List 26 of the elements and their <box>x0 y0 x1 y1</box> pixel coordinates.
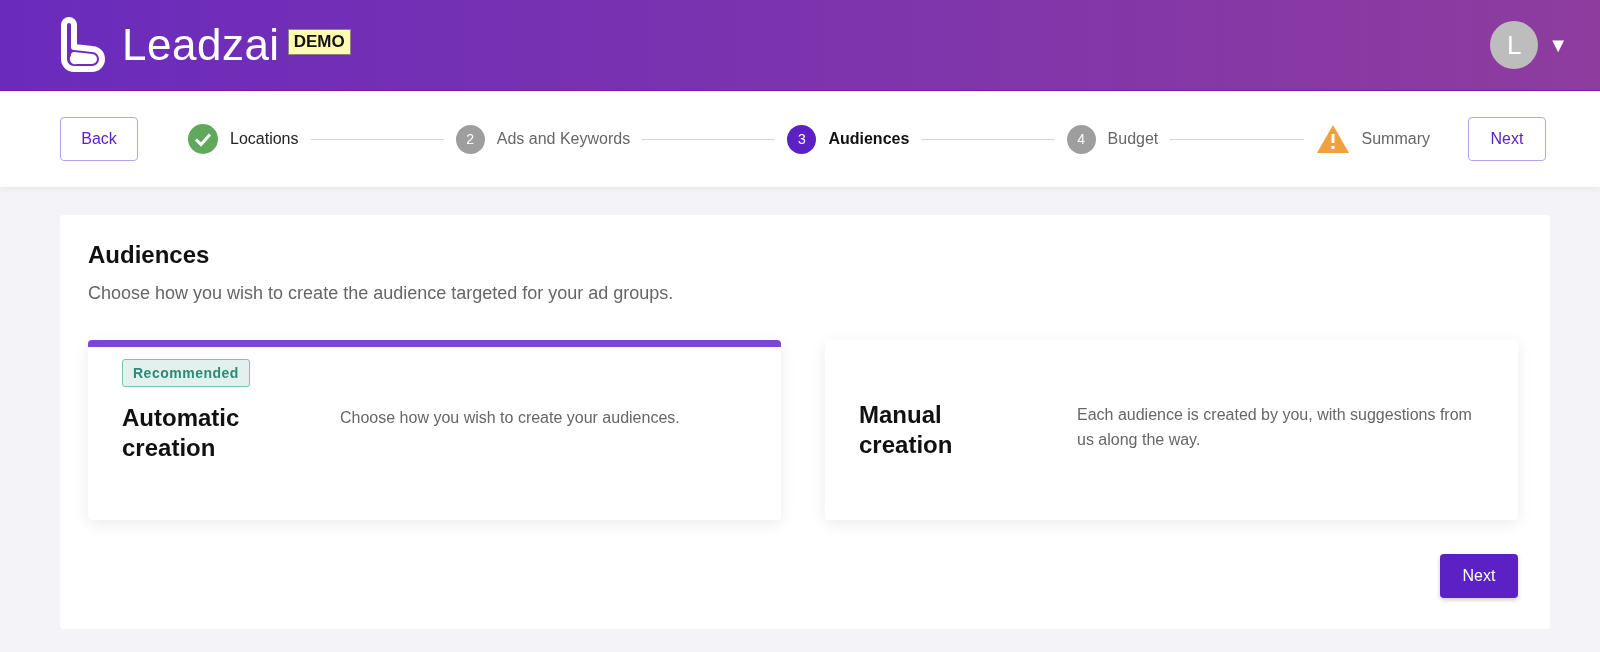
option-description: Choose how you wish to create your audiences. <box>340 408 681 428</box>
option-card[interactable]: Manual creation Each audience is created by you, with suggestions from us along the way. <box>825 340 1518 520</box>
option-title: Automatic creation <box>122 403 241 463</box>
demo-badge: DEMO <box>287 29 351 55</box>
check-icon <box>188 124 218 154</box>
page-title: Audiences <box>88 241 211 269</box>
next-button[interactable]: Next <box>1468 117 1546 161</box>
page-subtitle: Choose how you wish to create the audience targeted for your ad groups. <box>88 283 675 304</box>
step-label[interactable]: Audiences <box>828 130 910 148</box>
caret-icon[interactable]: ▼ <box>1548 33 1568 57</box>
step-label[interactable]: Locations <box>230 130 299 148</box>
logo-icon <box>58 17 108 73</box>
step-label[interactable]: Summary <box>1361 130 1430 148</box>
brand-name: Leadzai <box>122 20 280 70</box>
next-button[interactable]: Next <box>1440 554 1518 598</box>
option-title: Manual creation <box>859 400 954 460</box>
recommended-badge: Recommended <box>122 359 250 387</box>
option-description: Each audience is created by you, with suggestions from us along the way. <box>1077 405 1473 450</box>
step-number: 4 <box>1066 124 1096 154</box>
step-label[interactable]: Ads and Keywords <box>496 130 631 148</box>
option-card[interactable]: Recommended Automatic creation Choose how you wish to create your audiences. <box>88 340 781 520</box>
back-button[interactable]: Back <box>60 117 138 161</box>
warning-icon <box>1315 124 1350 154</box>
step-number: 2 <box>455 124 485 154</box>
step-number: 3 <box>787 124 817 154</box>
step-label[interactable]: Budget <box>1107 130 1159 148</box>
